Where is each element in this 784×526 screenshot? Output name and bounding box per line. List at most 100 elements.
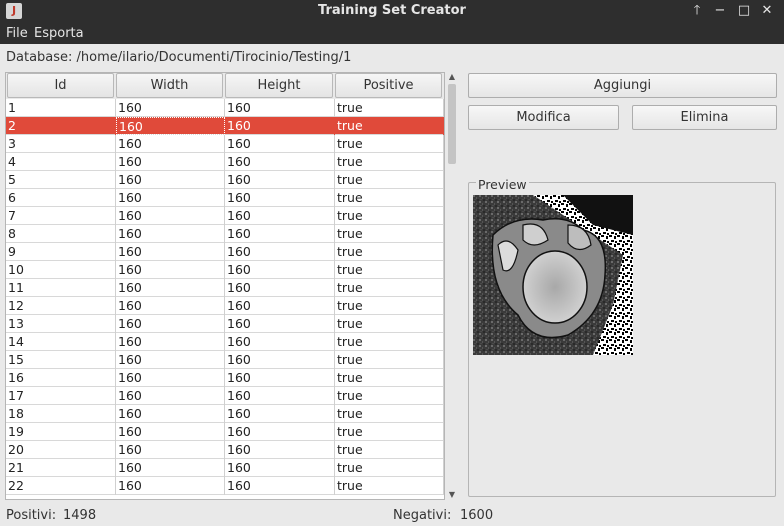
cell-positive[interactable]: true bbox=[335, 189, 444, 207]
cell-width[interactable]: 160 bbox=[116, 333, 225, 351]
table-scrollbar[interactable]: ▲ ▼ bbox=[446, 72, 458, 500]
cell-positive[interactable]: true bbox=[335, 459, 444, 477]
cell-width[interactable]: 160 bbox=[116, 405, 225, 423]
cell-height[interactable]: 160 bbox=[225, 297, 335, 315]
cell-width[interactable]: 160 bbox=[116, 369, 225, 387]
cell-id[interactable]: 21 bbox=[6, 459, 116, 477]
table-row[interactable]: 8 160 160 true bbox=[6, 225, 444, 243]
cell-positive[interactable]: true bbox=[335, 315, 444, 333]
cell-id[interactable]: 20 bbox=[6, 441, 116, 459]
cell-width[interactable]: 160 bbox=[116, 315, 225, 333]
table-row[interactable]: 11 160 160 true bbox=[6, 279, 444, 297]
cell-id[interactable]: 9 bbox=[6, 243, 116, 261]
table-row[interactable]: 21 160 160 true bbox=[6, 459, 444, 477]
cell-id[interactable]: 19 bbox=[6, 423, 116, 441]
cell-positive[interactable]: true bbox=[335, 387, 444, 405]
cell-height[interactable]: 160 bbox=[225, 405, 335, 423]
scroll-up-arrow-icon[interactable]: ▲ bbox=[446, 72, 458, 82]
cell-height[interactable]: 160 bbox=[225, 225, 335, 243]
cell-id[interactable]: 14 bbox=[6, 333, 116, 351]
cell-positive[interactable]: true bbox=[335, 333, 444, 351]
cell-width[interactable]: 160 bbox=[116, 225, 225, 243]
cell-height[interactable]: 160 bbox=[225, 189, 335, 207]
cell-width[interactable]: 160 bbox=[116, 207, 225, 225]
cell-width[interactable]: 160 bbox=[116, 171, 225, 189]
cell-height[interactable]: 160 bbox=[225, 477, 335, 495]
cell-id[interactable]: 4 bbox=[6, 153, 116, 171]
table-row[interactable]: 1 160 160 true bbox=[6, 99, 444, 117]
cell-width[interactable]: 160 bbox=[116, 243, 225, 261]
cell-height[interactable]: 160 bbox=[225, 387, 335, 405]
menu-file[interactable]: File bbox=[6, 26, 28, 41]
cell-positive[interactable]: true bbox=[335, 423, 444, 441]
cell-positive[interactable]: true bbox=[335, 99, 444, 117]
keep-above-icon[interactable]: 🡑 bbox=[688, 2, 706, 20]
cell-id[interactable]: 12 bbox=[6, 297, 116, 315]
cell-positive[interactable]: true bbox=[335, 153, 444, 171]
cell-height[interactable]: 160 bbox=[225, 261, 335, 279]
cell-positive[interactable]: true bbox=[335, 117, 444, 135]
menu-esporta[interactable]: Esporta bbox=[34, 26, 84, 41]
table-row[interactable]: 10 160 160 true bbox=[6, 261, 444, 279]
cell-width[interactable]: 160 bbox=[116, 459, 225, 477]
cell-height[interactable]: 160 bbox=[225, 459, 335, 477]
table-row[interactable]: 22 160 160 true bbox=[6, 477, 444, 495]
table-row[interactable]: 16 160 160 true bbox=[6, 369, 444, 387]
cell-positive[interactable]: true bbox=[335, 207, 444, 225]
cell-height[interactable]: 160 bbox=[225, 153, 335, 171]
table-row[interactable]: 18 160 160 true bbox=[6, 405, 444, 423]
cell-positive[interactable]: true bbox=[335, 441, 444, 459]
cell-height[interactable]: 160 bbox=[225, 369, 335, 387]
cell-id[interactable]: 7 bbox=[6, 207, 116, 225]
table-row[interactable]: 14 160 160 true bbox=[6, 333, 444, 351]
cell-id[interactable]: 11 bbox=[6, 279, 116, 297]
cell-positive[interactable]: true bbox=[335, 171, 444, 189]
cell-id[interactable]: 13 bbox=[6, 315, 116, 333]
table-row[interactable]: 9 160 160 true bbox=[6, 243, 444, 261]
cell-height[interactable]: 160 bbox=[225, 99, 335, 117]
cell-positive[interactable]: true bbox=[335, 405, 444, 423]
cell-id[interactable]: 10 bbox=[6, 261, 116, 279]
aggiungi-button[interactable]: Aggiungi bbox=[468, 73, 777, 98]
maximize-icon[interactable]: □ bbox=[735, 2, 753, 20]
cell-positive[interactable]: true bbox=[335, 279, 444, 297]
cell-positive[interactable]: true bbox=[335, 297, 444, 315]
cell-id[interactable]: 22 bbox=[6, 477, 116, 495]
close-icon[interactable]: ✕ bbox=[758, 2, 776, 20]
cell-width[interactable]: 160 bbox=[116, 99, 225, 117]
table-row[interactable]: 6 160 160 true bbox=[6, 189, 444, 207]
column-header-height[interactable]: Height bbox=[225, 73, 333, 98]
cell-id[interactable]: 1 bbox=[6, 99, 116, 117]
cell-width[interactable]: 160 bbox=[116, 441, 225, 459]
table-row[interactable]: 7 160 160 true bbox=[6, 207, 444, 225]
cell-height[interactable]: 160 bbox=[225, 351, 335, 369]
cell-height[interactable]: 160 bbox=[225, 171, 335, 189]
cell-width[interactable]: 160 bbox=[116, 189, 225, 207]
scroll-down-arrow-icon[interactable]: ▼ bbox=[446, 490, 458, 500]
cell-positive[interactable]: true bbox=[335, 225, 444, 243]
cell-height[interactable]: 160 bbox=[225, 117, 335, 135]
cell-positive[interactable]: true bbox=[335, 243, 444, 261]
cell-width[interactable]: 160 bbox=[116, 423, 225, 441]
cell-id[interactable]: 3 bbox=[6, 135, 116, 153]
cell-height[interactable]: 160 bbox=[225, 135, 335, 153]
cell-id[interactable]: 6 bbox=[6, 189, 116, 207]
table-row[interactable]: 20 160 160 true bbox=[6, 441, 444, 459]
cell-width[interactable]: 160 bbox=[116, 279, 225, 297]
table-row[interactable]: 13 160 160 true bbox=[6, 315, 444, 333]
table-row[interactable]: 17 160 160 true bbox=[6, 387, 444, 405]
cell-positive[interactable]: true bbox=[335, 261, 444, 279]
cell-id[interactable]: 17 bbox=[6, 387, 116, 405]
cell-id[interactable]: 15 bbox=[6, 351, 116, 369]
cell-width[interactable]: 160 bbox=[116, 351, 225, 369]
elimina-button[interactable]: Elimina bbox=[632, 105, 777, 130]
cell-height[interactable]: 160 bbox=[225, 279, 335, 297]
cell-id[interactable]: 18 bbox=[6, 405, 116, 423]
modifica-button[interactable]: Modifica bbox=[468, 105, 619, 130]
cell-positive[interactable]: true bbox=[335, 369, 444, 387]
table-row[interactable]: 12 160 160 true bbox=[6, 297, 444, 315]
cell-width[interactable]: 160 bbox=[116, 261, 225, 279]
scrollbar-thumb[interactable] bbox=[448, 84, 456, 164]
cell-id[interactable]: 16 bbox=[6, 369, 116, 387]
cell-width[interactable]: 160 bbox=[116, 117, 225, 135]
